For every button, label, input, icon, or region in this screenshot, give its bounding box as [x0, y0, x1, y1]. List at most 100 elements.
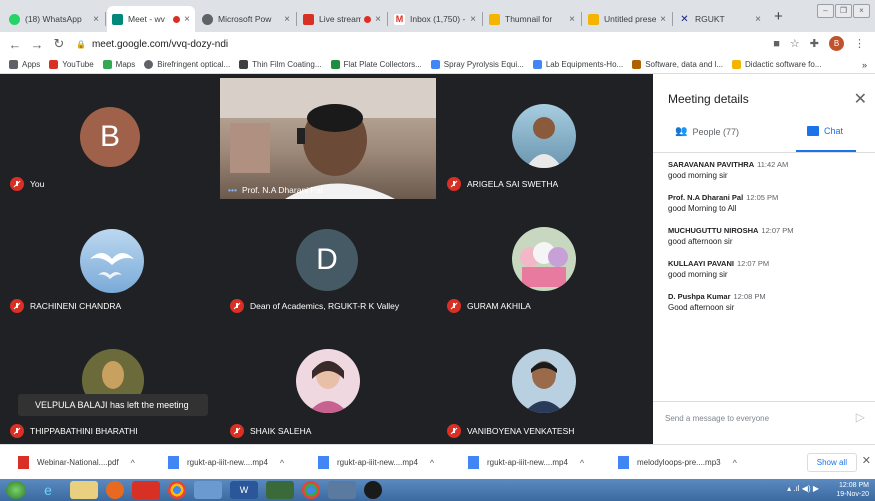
bookmark-maps[interactable]: Maps [102, 60, 135, 69]
close-icon[interactable]: × [755, 14, 761, 25]
close-window-icon[interactable]: × [853, 4, 870, 18]
bookmark-birefringent[interactable]: Birefringent optical... [144, 60, 230, 69]
participant-tile[interactable]: GURAM AKHILA [437, 199, 653, 319]
close-icon[interactable]: × [660, 14, 666, 25]
participant-video[interactable]: ••• Prof. N.A Dharani Pal [220, 78, 436, 199]
bookmark-label: Didactic software fo... [745, 60, 822, 69]
download-item[interactable]: melodyloops-pre....mp3 ^ [618, 456, 737, 469]
back-icon[interactable]: ← [4, 37, 26, 52]
chat-input[interactable]: Send a message to everyone [665, 414, 769, 423]
participant-tile[interactable]: VANIBOYENA VENKATESH [437, 321, 653, 444]
close-icon[interactable]: × [184, 14, 190, 25]
message-sender: SARAVANAN PAVITHRA [668, 160, 755, 169]
participant-name: RACHINENI CHANDRA [30, 301, 122, 311]
word-icon[interactable]: W [230, 481, 258, 499]
bookmark-spray-pyrolysis[interactable]: Spray Pyrolysis Equi... [430, 60, 524, 69]
tab-label: People (77) [692, 126, 739, 137]
minimize-icon[interactable]: – [817, 4, 834, 18]
app-icon[interactable] [194, 481, 222, 499]
download-item[interactable]: rgukt-ap-iiit-new....mp4 ^ [168, 456, 284, 469]
globe-icon [144, 60, 154, 69]
maximize-icon[interactable]: ❐ [835, 4, 852, 18]
participant-tile[interactable]: B You [0, 74, 218, 197]
bookmark-flat-plate[interactable]: Flat Plate Collectors... [330, 60, 422, 69]
close-icon[interactable]: ✕ [862, 454, 871, 467]
chevron-up-icon[interactable]: ^ [580, 458, 584, 468]
taskbar: e W ▴ .ıl ◀) ▶ 12:08 PM 19-Nov-20 [0, 479, 875, 501]
tab-people[interactable]: 👥 People (77) [675, 126, 739, 137]
new-tab-button[interactable]: + [774, 8, 783, 25]
start-button[interactable] [6, 481, 26, 499]
tab-live-stream[interactable]: Live stream × [298, 6, 386, 32]
message-time: 12:05 PM [746, 193, 779, 202]
participant-tile[interactable]: THIPPABATHINI BHARATHI [0, 321, 218, 444]
forward-icon[interactable]: → [26, 37, 48, 52]
tab-meet[interactable]: Meet - wv × [107, 6, 195, 32]
close-icon[interactable]: × [569, 14, 575, 25]
camera-icon[interactable]: ■ [773, 38, 780, 50]
ie-icon[interactable]: e [34, 481, 62, 499]
bookmark-didactic[interactable]: Didactic software fo... [732, 60, 822, 69]
system-tray[interactable]: ▴ .ıl ◀) ▶ [787, 484, 819, 493]
reload-icon[interactable]: ↻ [48, 36, 70, 52]
bookmark-lab-equipments[interactable]: Lab Equipments-Ho... [532, 60, 623, 69]
message-text: good morning sir [668, 171, 728, 180]
close-icon[interactable]: × [93, 14, 99, 25]
app-icon[interactable] [266, 481, 294, 499]
bookmark-apps[interactable]: Apps [9, 60, 40, 69]
bookmark-youtube[interactable]: YouTube [49, 60, 94, 69]
participant-tile[interactable]: SHAIK SALEHA [220, 321, 436, 444]
firefox-icon[interactable] [106, 481, 124, 499]
tab-powerpoint[interactable]: Microsoft Pow × [197, 6, 295, 32]
close-icon[interactable]: × [470, 14, 476, 25]
chevron-up-icon[interactable]: ^ [280, 458, 284, 468]
url-bar[interactable]: meet.google.com/vvq-dozy-ndi [92, 39, 228, 50]
rgukt-logo-icon: ✕ [680, 13, 689, 25]
chevron-up-icon[interactable]: ^ [131, 458, 135, 468]
participant-tile[interactable]: ARIGELA SAI SWETHA [437, 74, 653, 197]
chevron-up-icon[interactable]: ^ [430, 458, 434, 468]
app-icon[interactable] [364, 481, 382, 499]
show-all-button[interactable]: Show all [806, 453, 857, 472]
tab-untitled-presentation[interactable]: Untitled presen × [583, 6, 671, 32]
close-icon[interactable]: ✕ [854, 89, 867, 109]
participant-tile[interactable]: D Dean of Academics, RGUKT-R K Valley [220, 199, 436, 319]
tab-chat[interactable]: Chat [807, 126, 843, 136]
tab-whatsapp[interactable]: (18) WhatsApp × [4, 6, 104, 32]
send-icon[interactable]: ▷ [856, 410, 865, 424]
more-bookmarks-icon[interactable]: » [862, 60, 867, 70]
site-icon [430, 60, 440, 69]
explorer-icon[interactable] [70, 481, 98, 499]
tab-rgukt[interactable]: ✕ RGUKT × [674, 6, 766, 32]
avatar[interactable]: B [829, 36, 844, 51]
message-time: 12:07 PM [736, 259, 770, 268]
message-time: 12:07 PM [761, 226, 794, 235]
bookmark-software[interactable]: Software, data and l... [632, 60, 723, 69]
message-time: 11:42 AM [757, 160, 789, 169]
clock[interactable]: 12:08 PM 19-Nov-20 [836, 481, 869, 499]
download-app-icon[interactable] [132, 481, 160, 499]
chrome-icon[interactable] [302, 481, 320, 499]
participant-tile[interactable]: RACHINENI CHANDRA [0, 199, 218, 319]
download-item[interactable]: rgukt-ap-iiit-new....mp4 ^ [318, 456, 434, 469]
apps-icon [9, 60, 18, 69]
avatar [512, 227, 576, 291]
download-item[interactable]: rgukt-ap-iiit-new....mp4 ^ [468, 456, 584, 469]
mic-off-icon [230, 299, 244, 313]
close-icon[interactable]: × [375, 14, 381, 25]
app-icon[interactable] [328, 481, 356, 499]
star-icon[interactable]: ☆ [790, 37, 800, 50]
chrome-icon[interactable] [168, 481, 186, 499]
bookmark-thin-film[interactable]: Thin Film Coating... [239, 60, 322, 69]
menu-icon[interactable]: ⋮ [854, 37, 865, 50]
tab-gmail[interactable]: M Inbox (1,750) - × [389, 6, 481, 32]
close-icon[interactable]: × [284, 14, 290, 25]
download-item[interactable]: Webinar-National....pdf ^ [18, 456, 135, 469]
chevron-up-icon[interactable]: ^ [733, 458, 737, 468]
audio-file-icon [618, 456, 629, 469]
participant-name: SHAIK SALEHA [250, 426, 312, 436]
chat-message: Prof. N.A Dharani Pal 12:05 PM good Morni… [668, 193, 868, 213]
extensions-icon[interactable]: ✚ [810, 37, 819, 50]
lock-icon[interactable]: 🔒 [76, 40, 86, 49]
tab-thumbnail[interactable]: Thumnail for × [484, 6, 580, 32]
